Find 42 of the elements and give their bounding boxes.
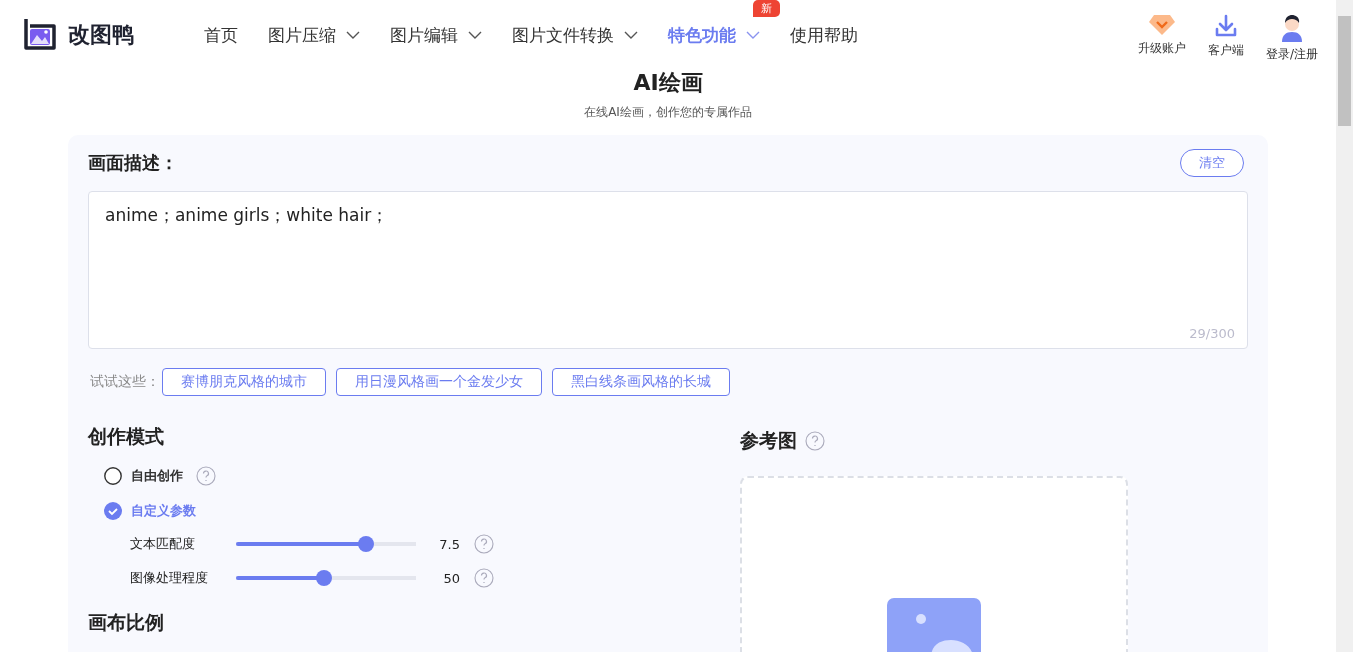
scrollbar[interactable] [1336, 0, 1353, 652]
action-label[interactable]: 升级账户 [1137, 39, 1186, 57]
suggestion-chip[interactable]: 赛博朋克风格的城市 [162, 368, 326, 396]
page-subtitle: 在线AI绘画，创作您的专属作品 [583, 104, 753, 121]
action-label[interactable]: 登录/注册 [1265, 45, 1318, 63]
section-heading: 画布比例 [88, 610, 165, 635]
suggestion-chip[interactable]: 黑白线条画风格的长城 [552, 368, 730, 396]
nav-link[interactable]: 使用帮助 [790, 23, 858, 47]
description-text: anime；anime girls；white hair； [105, 205, 389, 225]
suggestions-label: 试试这些： [90, 373, 160, 391]
slider-thumb[interactable] [357, 536, 374, 552]
slider-value: 50 [442, 570, 460, 586]
section-heading: 画面描述： [88, 151, 178, 175]
slider-value: 7.5 [438, 536, 460, 552]
diamond-icon[interactable] [1147, 13, 1176, 36]
logo-text[interactable]: 改图鸭 [68, 20, 134, 50]
action-label[interactable]: 客户端 [1207, 41, 1244, 59]
section-heading: 创作模式 [88, 424, 165, 449]
slider-thumb[interactable] [316, 570, 333, 586]
clear-button[interactable]: 清空 [1180, 149, 1244, 177]
character-counter: 29/300 [1189, 326, 1235, 341]
image-upload-icon [887, 598, 981, 652]
nav-link[interactable]: 图片编辑 [390, 23, 458, 47]
help-icon[interactable] [805, 431, 825, 451]
help-icon[interactable] [474, 568, 494, 588]
help-icon[interactable] [196, 466, 216, 486]
nav-link[interactable]: 图片文件转换 [512, 23, 614, 47]
nav-link[interactable]: 特色功能 [668, 23, 736, 47]
radio-label[interactable]: 自由创作 [131, 467, 183, 485]
help-icon[interactable] [474, 534, 494, 554]
suggestion-chip[interactable]: 用日漫风格画一个金发少女 [336, 368, 542, 396]
slider-label: 文本匹配度 [130, 535, 196, 553]
slider-label: 图像处理程度 [130, 569, 209, 587]
radio-unchecked[interactable] [104, 467, 122, 485]
radio-checked[interactable] [104, 502, 122, 520]
nav-link[interactable]: 图片压缩 [268, 23, 336, 47]
description-field[interactable]: anime；anime girls；white hair； 29/300 [88, 191, 1248, 349]
new-badge: 新 [753, 0, 780, 17]
section-heading: 参考图 [740, 428, 797, 453]
download-icon[interactable] [1213, 13, 1238, 38]
nav-link[interactable]: 首页 [204, 23, 238, 47]
page-title: AI绘画 [632, 70, 704, 96]
